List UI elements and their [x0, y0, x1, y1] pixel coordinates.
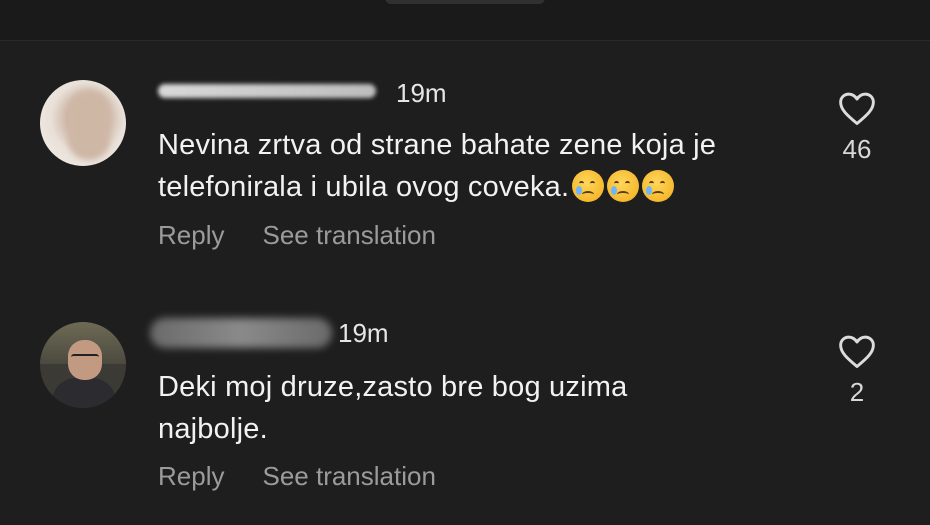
- comment-text: Deki moj druze,zasto bre bog uzima najbo…: [158, 366, 758, 450]
- comment-text-line: najbolje.: [158, 413, 268, 445]
- like-count: 46: [842, 134, 872, 164]
- crying-face-emoji: [642, 170, 675, 202]
- crying-face-emoji: [607, 170, 640, 202]
- comment-text-line: telefonirala i ubila ovog coveka.: [158, 171, 570, 203]
- username-redacted: [158, 84, 376, 98]
- partial-header-text: [385, 0, 545, 4]
- crying-face-emoji: [572, 170, 605, 202]
- avatar[interactable]: [40, 322, 126, 408]
- like-count: 2: [849, 377, 865, 407]
- see-translation-button[interactable]: See translation: [262, 220, 435, 250]
- like-control: 46: [832, 90, 882, 165]
- reply-button[interactable]: Reply: [158, 220, 224, 250]
- avatar-body: [52, 378, 116, 408]
- like-control: 2: [832, 333, 882, 408]
- heart-outline-icon[interactable]: [837, 333, 877, 369]
- username-redacted: [150, 318, 332, 348]
- see-translation-button[interactable]: See translation: [262, 461, 435, 491]
- heart-outline-icon[interactable]: [837, 90, 877, 126]
- comments-page: 19m Nevina zrtva od strane bahate zene k…: [0, 0, 930, 525]
- avatar-glasses: [71, 354, 99, 362]
- comment-actions: Reply See translation: [158, 461, 474, 492]
- avatar-image: [68, 90, 110, 160]
- comment-time: 19m: [396, 78, 447, 108]
- comment-time: 19m: [338, 318, 389, 348]
- comment-text: Nevina zrtva od strane bahate zene koja …: [158, 124, 808, 208]
- comment-actions: Reply See translation: [158, 220, 474, 251]
- reply-button[interactable]: Reply: [158, 461, 224, 491]
- comment-text-line: Nevina zrtva od strane bahate zene koja …: [158, 129, 717, 161]
- top-bar: [0, 0, 930, 41]
- avatar[interactable]: [40, 80, 126, 166]
- comment-text-line: Deki moj druze,zasto bre bog uzima: [158, 371, 628, 403]
